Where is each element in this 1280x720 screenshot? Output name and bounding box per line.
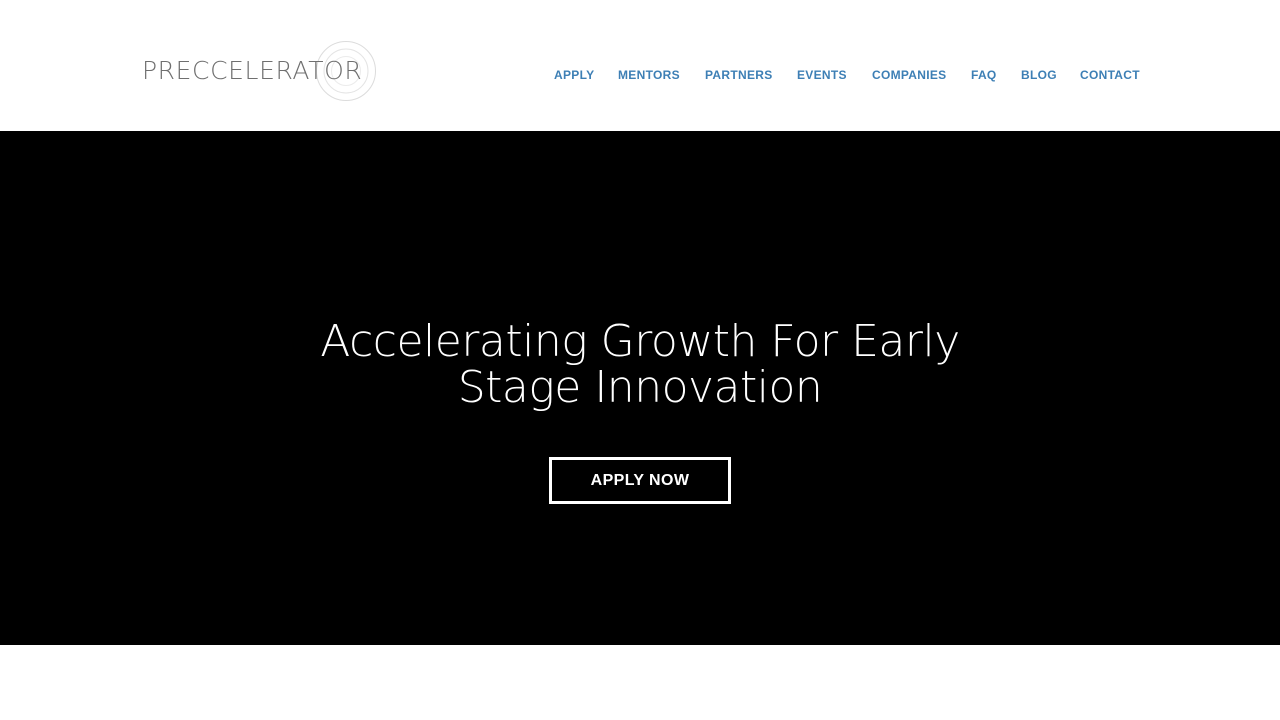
nav-item-partners[interactable]: PARTNERS bbox=[705, 67, 773, 83]
site-header: PRECCELERATOR APPLY MENTORS PARTNERS EVE… bbox=[0, 0, 1280, 131]
nav-item-apply[interactable]: APPLY bbox=[554, 67, 594, 83]
nav-item-faq[interactable]: FAQ bbox=[971, 67, 997, 83]
nav-item-events[interactable]: EVENTS bbox=[797, 67, 847, 83]
hero-title-line-1: Accelerating Growth For Early bbox=[320, 316, 960, 367]
nav-item-contact[interactable]: CONTACT bbox=[1080, 67, 1140, 83]
nav-item-blog[interactable]: BLOG bbox=[1021, 67, 1057, 83]
hero-section: Accelerating Growth For Early Stage Inno… bbox=[0, 131, 1280, 645]
nav-item-mentors[interactable]: MENTORS bbox=[618, 67, 680, 83]
apply-now-button[interactable]: APPLY NOW bbox=[549, 457, 731, 504]
nav-item-companies[interactable]: COMPANIES bbox=[872, 67, 946, 83]
hero-title: Accelerating Growth For Early Stage Inno… bbox=[240, 319, 1040, 411]
page-content-area bbox=[0, 645, 1280, 720]
hero-title-line-2: Stage Innovation bbox=[457, 362, 823, 413]
main-nav: APPLY MENTORS PARTNERS EVENTS COMPANIES … bbox=[0, 67, 1280, 83]
